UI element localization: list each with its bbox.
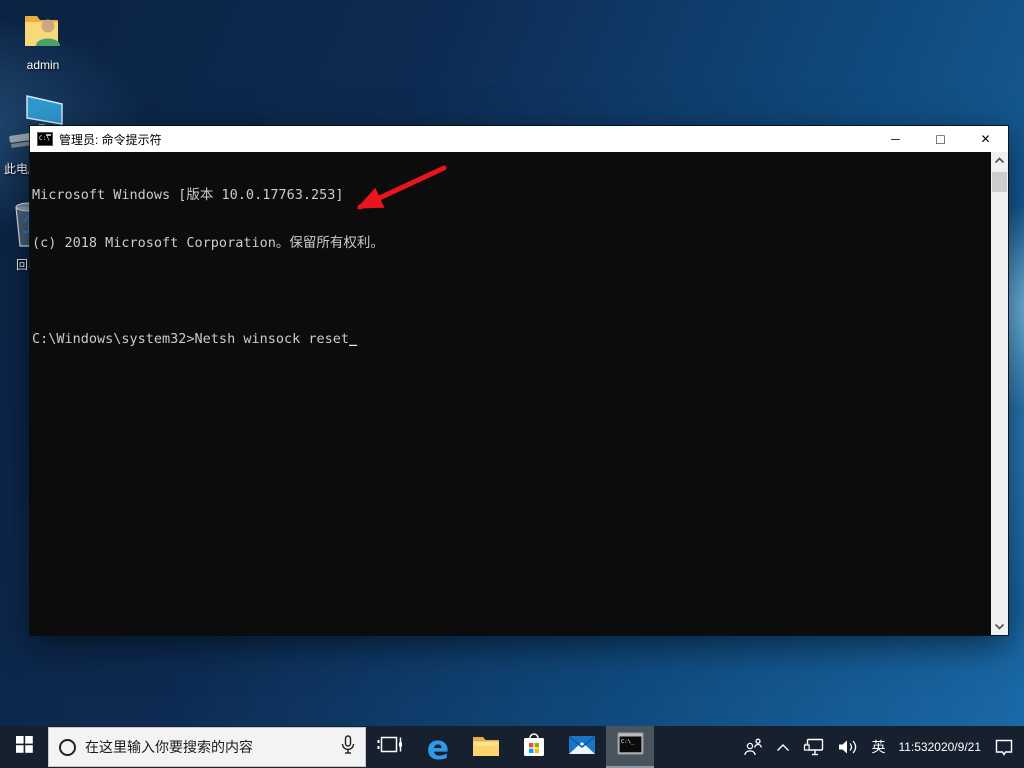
action-center-icon[interactable]: [994, 738, 1014, 757]
mail-button[interactable]: [558, 726, 606, 768]
scrollbar-thumb[interactable]: [992, 172, 1007, 192]
console-scrollbar[interactable]: [991, 152, 1008, 635]
cmd-taskbar-button[interactable]: C:\_: [606, 726, 654, 768]
command-text: C:\Windows\system32>Netsh winsock reset: [32, 331, 349, 347]
user-folder-icon: [21, 37, 65, 54]
svg-text:C:\_: C:\_: [621, 739, 635, 745]
console-output[interactable]: Microsoft Windows [版本 10.0.17763.253] (c…: [30, 152, 1008, 635]
cmd-window: C:\ 管理员: 命令提示符 ─ □ ✕ Microsoft Windows […: [30, 126, 1008, 635]
search-input[interactable]: [85, 739, 332, 755]
cmd-app-icon: C:\: [37, 132, 53, 146]
console-line: [32, 283, 988, 299]
desktop-icon-admin[interactable]: admin: [14, 10, 72, 72]
ime-indicator[interactable]: 英: [871, 737, 885, 757]
microphone-icon[interactable]: [341, 735, 355, 760]
taskbar-search[interactable]: [48, 727, 366, 767]
store-icon: [521, 732, 547, 763]
store-button[interactable]: [510, 726, 558, 768]
edge-icon: e: [427, 731, 449, 764]
windows-logo-icon: [16, 736, 33, 758]
clock-time: 11:53: [898, 740, 927, 755]
scroll-down-icon[interactable]: [991, 618, 1008, 635]
volume-icon[interactable]: [838, 739, 858, 755]
maximize-button[interactable]: □: [918, 126, 963, 152]
mail-icon: [568, 734, 596, 761]
close-button[interactable]: ✕: [963, 126, 1008, 152]
taskbar: e: [0, 726, 1024, 768]
cmd-icon: C:\_: [617, 732, 644, 760]
edge-button[interactable]: e: [414, 726, 462, 768]
chevron-up-icon[interactable]: [776, 743, 790, 752]
clock[interactable]: 11:53 2020/9/21: [898, 740, 981, 755]
console-prompt-line: C:\Windows\system32>Netsh winsock reset_: [32, 331, 988, 347]
console-line: Microsoft Windows [版本 10.0.17763.253]: [32, 187, 988, 203]
window-controls: ─ □ ✕: [873, 126, 1008, 152]
minimize-button[interactable]: ─: [873, 126, 918, 152]
task-view-button[interactable]: [366, 726, 414, 768]
scroll-up-icon[interactable]: [991, 152, 1008, 169]
desktop: admin 此电脑 回收站 C:\ 管理员: 命令提示符: [0, 0, 1024, 768]
cmd-titlebar[interactable]: C:\ 管理员: 命令提示符 ─ □ ✕: [30, 126, 1008, 152]
window-title: 管理员: 命令提示符: [59, 131, 873, 148]
task-view-icon: [377, 734, 403, 761]
people-icon[interactable]: [743, 738, 763, 756]
cortana-icon: [59, 739, 76, 756]
console-line: (c) 2018 Microsoft Corporation。保留所有权利。: [32, 235, 988, 251]
system-tray: 英 11:53 2020/9/21: [743, 726, 1024, 768]
clock-date: 2020/9/21: [928, 740, 981, 755]
network-icon[interactable]: [803, 738, 825, 756]
text-cursor: _: [349, 331, 357, 347]
start-button[interactable]: [0, 726, 48, 768]
file-explorer-button[interactable]: [462, 726, 510, 768]
desktop-icon-label: admin: [14, 58, 72, 72]
console-text: Microsoft Windows [版本 10.0.17763.253] (c…: [32, 155, 988, 379]
file-explorer-icon: [472, 733, 500, 762]
